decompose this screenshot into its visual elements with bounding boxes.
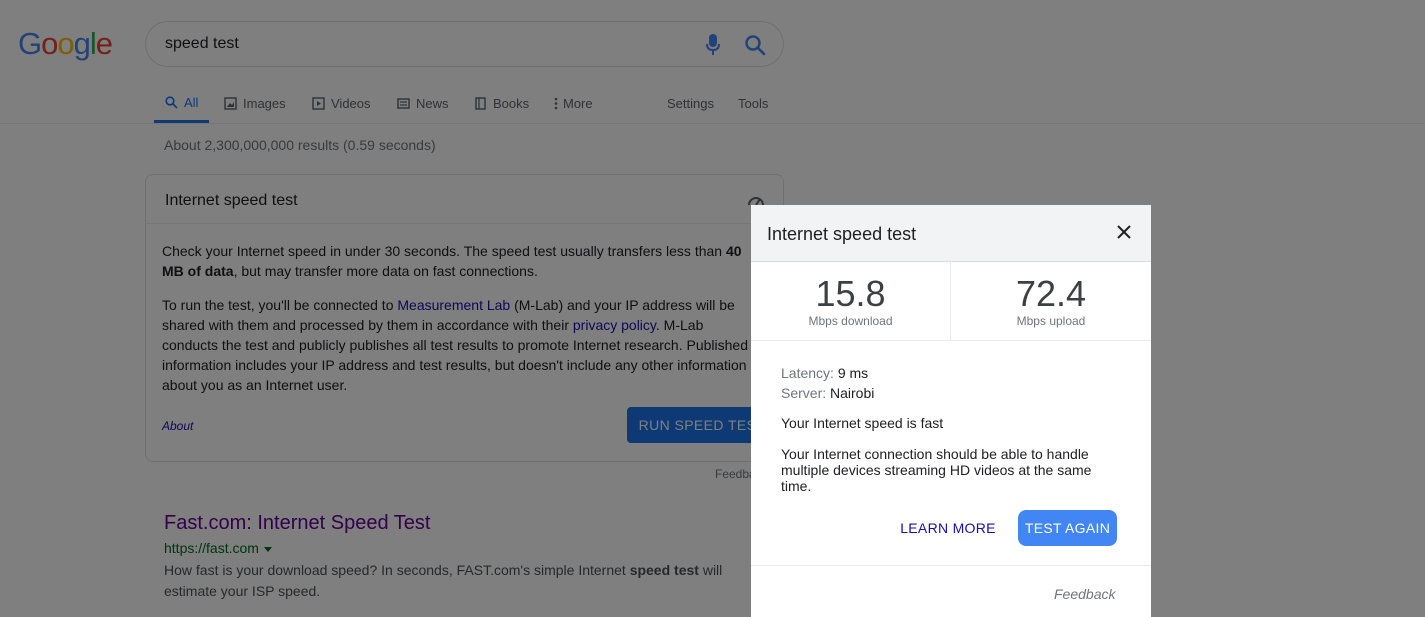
server-label: Server:: [781, 385, 827, 401]
download-unit: Mbps download: [808, 314, 893, 328]
download-value: 15.8: [815, 273, 886, 314]
latency-row: Latency: 9 ms: [781, 363, 1121, 383]
speed-test-dialog: Internet speed test 15.8 Mbps download 7…: [751, 205, 1151, 617]
upload-value: 72.4: [1015, 273, 1087, 314]
speed-description: Your Internet connection should be able …: [781, 446, 1092, 494]
server-row: Server: Nairobi: [781, 383, 1121, 403]
upload-unit: Mbps upload: [1016, 314, 1086, 328]
test-again-button[interactable]: TEST AGAIN: [1018, 510, 1117, 546]
search-results-page: Google speed test All Images Videos: [0, 0, 1425, 617]
latency-label: Latency:: [781, 365, 834, 381]
close-icon[interactable]: [1115, 223, 1133, 241]
download-stat: 15.8 Mbps download: [751, 262, 951, 340]
dialog-feedback-link[interactable]: Feedback: [1054, 586, 1115, 602]
divider: [751, 565, 1151, 566]
connection-details: Latency: 9 ms Server: Nairobi: [781, 363, 1121, 403]
dialog-title: Internet speed test: [767, 224, 917, 244]
dialog-header: Internet speed test: [751, 205, 1151, 262]
latency-value: 9 ms: [837, 365, 869, 381]
upload-stat: 72.4 Mbps upload: [951, 262, 1151, 340]
speed-verdict: Your Internet speed is fast: [781, 415, 944, 431]
learn-more-button[interactable]: LEARN MORE: [892, 510, 1004, 546]
modal-overlay[interactable]: [0, 0, 1425, 617]
speed-stats: 15.8 Mbps download 72.4 Mbps upload: [751, 262, 1151, 341]
server-value: Nairobi: [830, 385, 875, 401]
